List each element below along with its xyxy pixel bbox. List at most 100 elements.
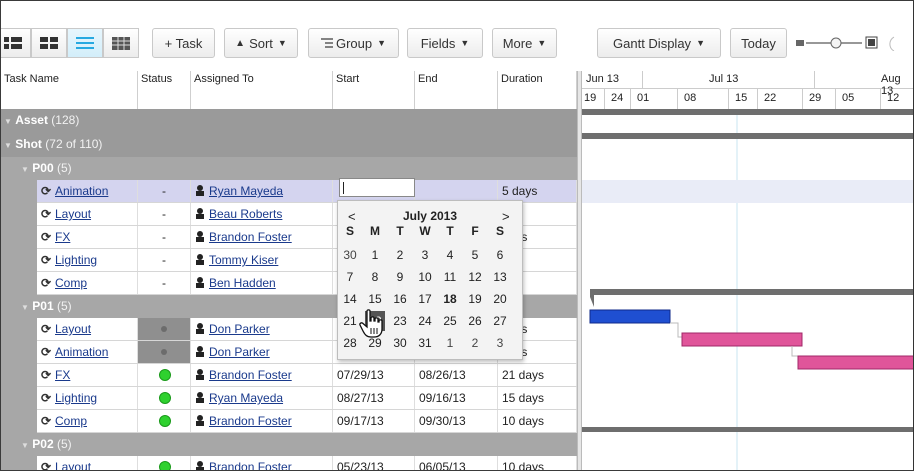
gantt-task-bar[interactable]: [589, 309, 671, 324]
today-button[interactable]: Today: [730, 28, 787, 58]
group-button[interactable]: Group ▼: [308, 28, 399, 58]
calendar-day[interactable]: 1: [440, 333, 460, 353]
status-cell[interactable]: [138, 456, 191, 470]
collapse-arrow-icon[interactable]: ▼: [21, 441, 29, 450]
calendar-day[interactable]: 3: [490, 333, 510, 353]
calendar-day[interactable]: 5: [465, 245, 485, 265]
calendar-day[interactable]: 25: [440, 311, 460, 331]
task-name-link[interactable]: Animation: [55, 184, 108, 198]
calendar-day[interactable]: 7: [340, 267, 360, 287]
status-cell[interactable]: -: [138, 272, 191, 294]
status-cell[interactable]: [138, 318, 191, 340]
next-month-button[interactable]: >: [502, 209, 510, 225]
gantt-summary-bar[interactable]: [582, 109, 914, 115]
calendar-day[interactable]: 9: [390, 267, 410, 287]
status-cell[interactable]: [138, 387, 191, 409]
calendar-day-today[interactable]: 18: [440, 289, 460, 309]
duration-cell[interactable]: 10 days: [498, 456, 577, 470]
task-name-link[interactable]: Layout: [55, 460, 91, 470]
status-cell[interactable]: -: [138, 249, 191, 271]
start-cell[interactable]: 05/23/13: [333, 456, 415, 470]
end-cell[interactable]: 06/05/13: [415, 456, 498, 470]
duration-cell[interactable]: 21 days: [498, 364, 577, 386]
more-button[interactable]: More ▼: [492, 28, 557, 58]
task-name-link[interactable]: Layout: [55, 207, 91, 221]
calendar-day[interactable]: 12: [465, 267, 485, 287]
add-task-button[interactable]: + Task: [152, 28, 215, 58]
assignee-link[interactable]: Brandon Foster: [209, 460, 292, 470]
calendar-day[interactable]: 14: [340, 289, 360, 309]
task-row[interactable]: ⟳ Layout Brandon Foster 05/23/13 06/05/13…: [1, 456, 577, 470]
task-name-link[interactable]: FX: [55, 368, 70, 382]
calendar-day[interactable]: 28: [340, 333, 360, 353]
calendar-day[interactable]: 15: [365, 289, 385, 309]
view-thumbnail-icon[interactable]: [31, 28, 67, 58]
calendar-day[interactable]: 26: [465, 311, 485, 331]
assignee-link[interactable]: Don Parker: [209, 345, 270, 359]
calendar-day[interactable]: 21: [340, 311, 360, 331]
col-start[interactable]: Start: [333, 71, 415, 109]
group-row-asset[interactable]: ▼ Asset (128): [1, 109, 577, 133]
gantt-summary-bar[interactable]: [582, 427, 914, 432]
start-date-input[interactable]: [339, 178, 415, 197]
calendar-day[interactable]: 2: [465, 333, 485, 353]
calendar-day[interactable]: 13: [490, 267, 510, 287]
calendar-day[interactable]: 30: [390, 333, 410, 353]
group-row-p00[interactable]: ▼ P00 (5): [1, 157, 577, 180]
view-gantt-icon[interactable]: [67, 28, 103, 58]
gantt-summary-bar[interactable]: [590, 289, 914, 307]
calendar-day[interactable]: 17: [415, 289, 435, 309]
end-cell[interactable]: 09/16/13: [415, 387, 498, 409]
calendar-day[interactable]: 24: [415, 311, 435, 331]
status-cell[interactable]: [138, 364, 191, 386]
status-cell[interactable]: -: [138, 203, 191, 225]
task-row[interactable]: ⟳ FX Brandon Foster 07/29/13 08/26/13 21 …: [1, 364, 577, 387]
assignee-link[interactable]: Brandon Foster: [209, 414, 292, 428]
assignee-link[interactable]: Brandon Foster: [209, 230, 292, 244]
view-list-icon[interactable]: [1, 28, 31, 58]
assignee-link[interactable]: Don Parker: [209, 322, 270, 336]
assignee-link[interactable]: Ryan Mayeda: [209, 391, 283, 405]
start-cell[interactable]: 09/17/13: [333, 410, 415, 432]
col-status[interactable]: Status: [138, 71, 191, 109]
duration-cell[interactable]: 5 days: [498, 180, 577, 202]
calendar-day[interactable]: 2: [390, 245, 410, 265]
assignee-link[interactable]: Brandon Foster: [209, 368, 292, 382]
calendar-day[interactable]: 10: [415, 267, 435, 287]
end-cell[interactable]: 08/26/13: [415, 364, 498, 386]
calendar-day[interactable]: 27: [490, 311, 510, 331]
status-cell[interactable]: [138, 410, 191, 432]
task-name-link[interactable]: Layout: [55, 322, 91, 336]
collapse-arrow-icon[interactable]: ▼: [4, 117, 12, 126]
calendar-day[interactable]: 19: [465, 289, 485, 309]
calendar-day[interactable]: 31: [415, 333, 435, 353]
task-name-link[interactable]: Comp: [55, 276, 87, 290]
col-duration[interactable]: Duration: [498, 71, 577, 109]
start-cell[interactable]: 08/27/13: [333, 387, 415, 409]
assignee-link[interactable]: Tommy Kiser: [209, 253, 278, 267]
duration-cell[interactable]: 15 days: [498, 387, 577, 409]
calendar-day[interactable]: 6: [490, 245, 510, 265]
status-cell[interactable]: [138, 341, 191, 363]
view-table-icon[interactable]: [103, 28, 139, 58]
collapse-arrow-icon[interactable]: ▼: [21, 165, 29, 174]
end-cell[interactable]: [415, 180, 498, 202]
task-row[interactable]: ⟳ Comp Brandon Foster 09/17/13 09/30/13 1…: [1, 410, 577, 433]
group-row-shot[interactable]: ▼ Shot (72 of 110): [1, 133, 577, 157]
gantt-task-bar[interactable]: [681, 332, 803, 347]
status-cell[interactable]: -: [138, 180, 191, 202]
calendar-day[interactable]: 3: [415, 245, 435, 265]
col-end[interactable]: End: [415, 71, 498, 109]
task-name-link[interactable]: Lighting: [55, 391, 97, 405]
task-row[interactable]: ⟳ Lighting Ryan Mayeda 08/27/13 09/16/13 …: [1, 387, 577, 410]
status-cell[interactable]: -: [138, 226, 191, 248]
calendar-day[interactable]: 11: [440, 267, 460, 287]
calendar-day[interactable]: 1: [365, 245, 385, 265]
fields-button[interactable]: Fields ▼: [407, 28, 483, 58]
assignee-link[interactable]: Beau Roberts: [209, 207, 282, 221]
zoom-slider[interactable]: [796, 35, 901, 52]
gantt-task-bar[interactable]: [797, 355, 914, 370]
col-task-name[interactable]: Task Name: [1, 71, 138, 109]
start-cell[interactable]: 07/29/13: [333, 364, 415, 386]
calendar-day[interactable]: 20: [490, 289, 510, 309]
